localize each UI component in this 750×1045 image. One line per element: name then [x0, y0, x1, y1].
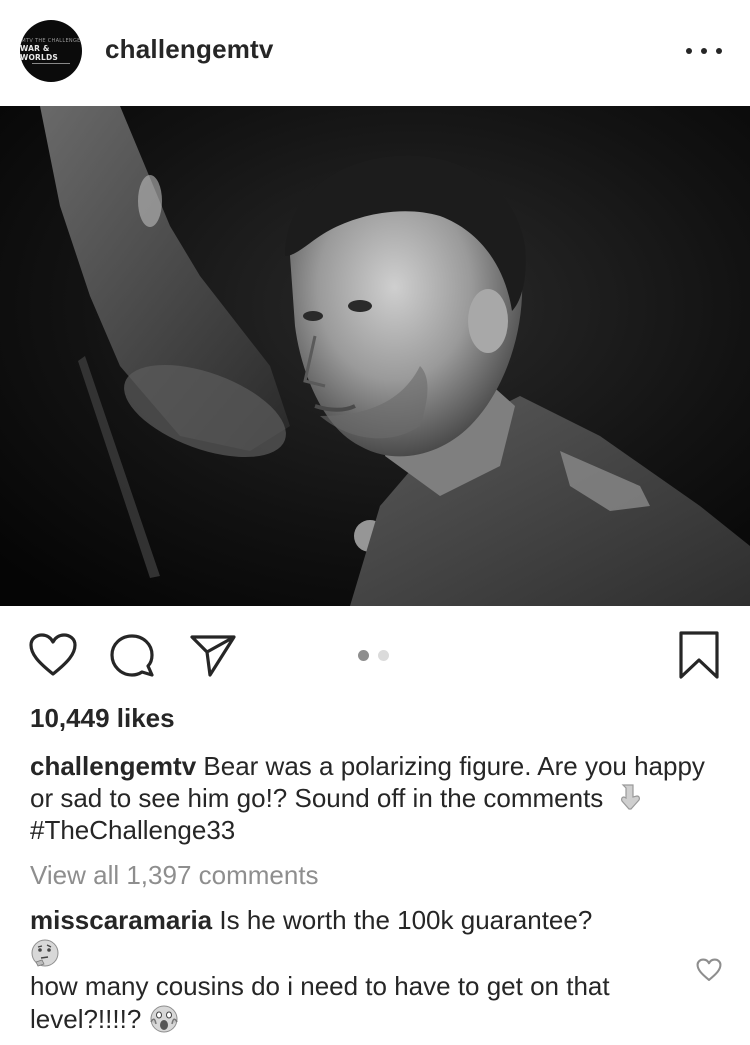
more-dot-icon: [716, 48, 722, 54]
comment-username[interactable]: misscaramaria: [30, 905, 212, 935]
post-username[interactable]: challengemtv: [105, 34, 274, 65]
avatar-logo-main: WAR & WORLDS: [20, 44, 59, 62]
comment-text-line2: how many cousins do i need to have to ge…: [30, 971, 610, 1034]
thinking-face-icon: [31, 939, 59, 967]
likes-count[interactable]: 10,449 likes: [30, 703, 175, 734]
bookmark-icon[interactable]: [678, 630, 720, 680]
carousel-indicator: [358, 650, 392, 662]
carousel-dot: [378, 650, 389, 661]
more-options-button[interactable]: [686, 40, 722, 62]
more-dot-icon: [701, 48, 707, 54]
comment-icon[interactable]: [108, 632, 156, 678]
caption-hashtag[interactable]: #TheChallenge33: [30, 815, 235, 845]
avatar-logo-bar: [32, 63, 70, 64]
screaming-face-icon: [149, 1005, 178, 1033]
post-caption: challengemtv Bear was a polarizing figur…: [30, 750, 720, 846]
pointing-down-icon: [620, 784, 640, 810]
heart-icon[interactable]: [28, 632, 78, 678]
carousel-dot-active: [358, 650, 369, 661]
comment-item: misscaramaria Is he worth the 100k guara…: [30, 904, 670, 1036]
post-header: MTV THE CHALLENGE WAR & WORLDS challenge…: [0, 0, 750, 106]
caption-username[interactable]: challengemtv: [30, 751, 196, 781]
comment-text-line1: Is he worth the 100k guarantee?: [219, 905, 593, 935]
post-photo[interactable]: [0, 106, 750, 606]
comment-heart-icon[interactable]: [696, 958, 722, 982]
post-photo-image: [0, 106, 750, 606]
view-all-comments-link[interactable]: View all 1,397 comments: [30, 860, 319, 891]
more-dot-icon: [686, 48, 692, 54]
avatar[interactable]: MTV THE CHALLENGE WAR & WORLDS: [20, 20, 82, 82]
share-icon[interactable]: [188, 632, 238, 678]
